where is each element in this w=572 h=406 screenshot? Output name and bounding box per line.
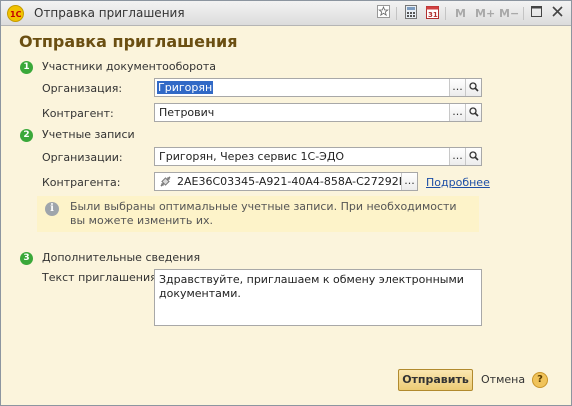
help-icon[interactable]: ? bbox=[532, 372, 548, 388]
contractor-account-label: Контрагента: bbox=[42, 176, 121, 189]
svg-text:31: 31 bbox=[428, 11, 438, 19]
select-button[interactable]: ... bbox=[449, 79, 465, 96]
toolbar-divider bbox=[523, 7, 524, 20]
title-bar: 1С Отправка приглашения 31 M M+ M− bbox=[1, 1, 571, 26]
search-icon[interactable] bbox=[465, 79, 481, 96]
invitation-text-value[interactable]: Здравствуйте, приглашаем к обмену электр… bbox=[159, 273, 475, 301]
select-button[interactable]: ... bbox=[449, 148, 465, 165]
form-title: Отправка приглашения bbox=[19, 32, 238, 51]
search-icon[interactable] bbox=[465, 104, 481, 121]
calendar-icon[interactable]: 31 bbox=[424, 5, 441, 22]
svg-text:1С: 1С bbox=[10, 10, 21, 19]
step-badge-1: 1 bbox=[20, 61, 33, 74]
invitation-text-label: Текст приглашения: bbox=[42, 271, 161, 284]
organizations-account-value[interactable]: Григорян, Через сервис 1С-ЭДО bbox=[159, 150, 344, 163]
step-badge-2: 2 bbox=[20, 129, 33, 142]
organizations-account-field[interactable]: Григорян, Через сервис 1С-ЭДО ... bbox=[154, 147, 482, 166]
step-badge-3: 3 bbox=[20, 252, 33, 265]
info-panel: i Были выбраны оптимальные учетные запис… bbox=[37, 196, 479, 232]
details-link[interactable]: Подробнее bbox=[426, 176, 490, 189]
favorite-star-icon[interactable] bbox=[375, 5, 392, 22]
invitation-dialog: 1С Отправка приглашения 31 M M+ M− Отпра… bbox=[0, 0, 572, 406]
contractor-label: Контрагент: bbox=[42, 107, 114, 120]
contractor-field[interactable]: Петрович ... bbox=[154, 103, 482, 122]
cancel-button[interactable]: Отмена bbox=[481, 373, 525, 386]
section-title-participants: Участники документооборота bbox=[42, 60, 217, 73]
plug-connection-icon bbox=[158, 174, 173, 192]
1c-app-icon[interactable]: 1С bbox=[7, 5, 24, 22]
close-icon[interactable] bbox=[549, 5, 566, 22]
contractor-account-field[interactable]: 2AE36C03345-A921-40A4-858A-C27292E6E15 .… bbox=[154, 172, 418, 191]
toolbar-divider bbox=[396, 7, 397, 20]
memory-minus-button[interactable]: M− bbox=[499, 5, 519, 22]
organizations-label: Организации: bbox=[42, 151, 123, 164]
select-button[interactable]: ... bbox=[401, 173, 417, 190]
calculator-icon[interactable] bbox=[402, 5, 419, 22]
send-button[interactable]: Отправить bbox=[398, 369, 473, 391]
toolbar-divider bbox=[445, 7, 446, 20]
section-title-accounts: Учетные записи bbox=[42, 128, 135, 141]
info-text: Были выбраны оптимальные учетные записи.… bbox=[70, 200, 457, 227]
contractor-value[interactable]: Петрович bbox=[159, 106, 214, 119]
invitation-text-field[interactable]: Здравствуйте, приглашаем к обмену электр… bbox=[154, 269, 482, 326]
search-icon[interactable] bbox=[465, 148, 481, 165]
contractor-account-value[interactable]: 2AE36C03345-A921-40A4-858A-C27292E6E15 bbox=[177, 175, 401, 188]
memory-m-button[interactable]: M bbox=[452, 5, 469, 22]
organization-label: Организация: bbox=[42, 82, 123, 95]
organization-field[interactable]: Григорян ... bbox=[154, 78, 482, 97]
section-title-additional: Дополнительные сведения bbox=[42, 251, 201, 264]
organization-value[interactable]: Григорян bbox=[157, 81, 214, 94]
memory-plus-button[interactable]: M+ bbox=[475, 5, 495, 22]
window-title: Отправка приглашения bbox=[34, 6, 185, 20]
maximize-icon[interactable] bbox=[528, 5, 545, 22]
info-icon: i bbox=[45, 202, 59, 216]
select-button[interactable]: ... bbox=[449, 104, 465, 121]
